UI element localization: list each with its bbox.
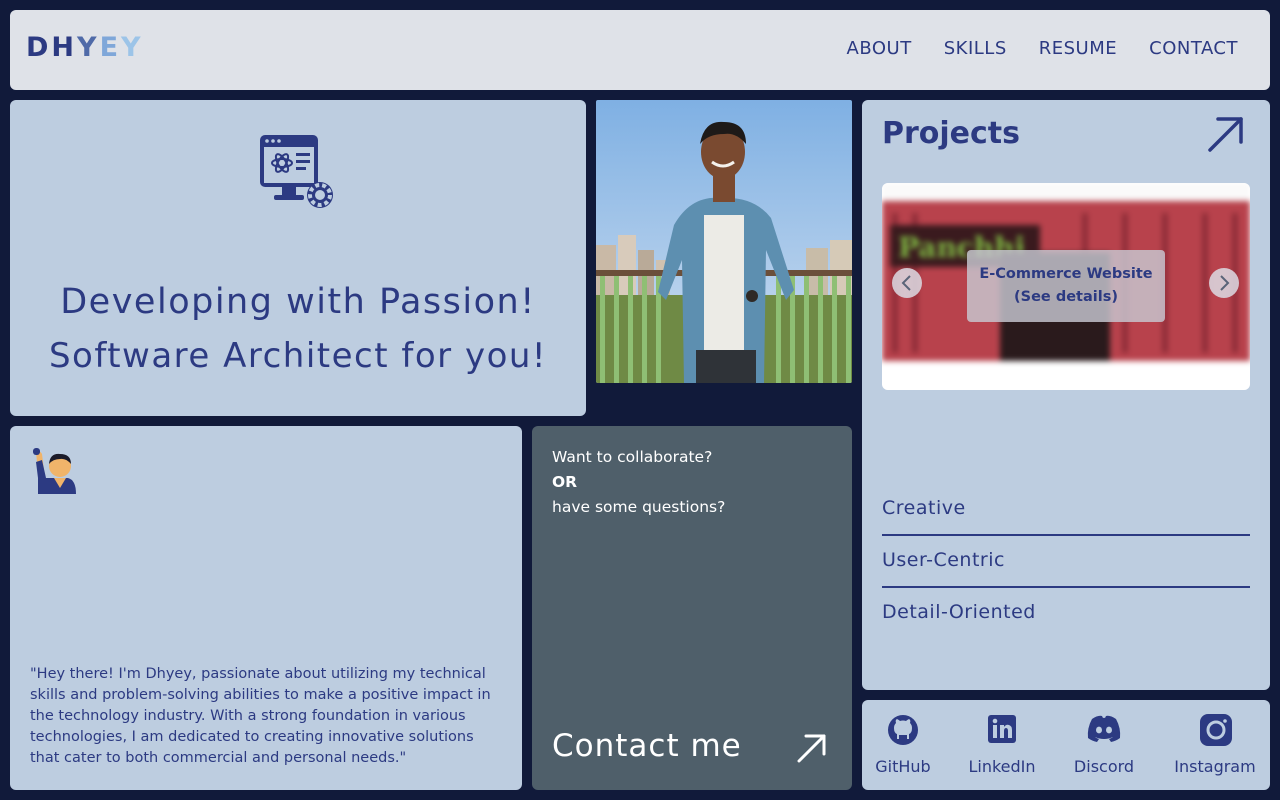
- instagram-icon: [1200, 714, 1232, 750]
- logo-text-part: DH: [26, 32, 78, 63]
- social-link-discord[interactable]: Discord: [1069, 700, 1139, 790]
- about-card: "Hey there! I'm Dhyey, passionate about …: [10, 426, 522, 790]
- instagram-label: Instagram: [1174, 757, 1256, 776]
- trait-detail-oriented: Detail-Oriented: [882, 601, 1036, 623]
- carousel-next-button[interactable]: [1209, 268, 1239, 298]
- project-carousel[interactable]: Panchhi E-Commerce Website (See details): [882, 183, 1250, 390]
- nav-link-resume[interactable]: RESUME: [1039, 38, 1117, 59]
- social-link-github[interactable]: GitHub: [870, 700, 936, 790]
- trait-divider: [882, 586, 1250, 588]
- arrow-up-right-icon[interactable]: [796, 732, 828, 768]
- nav-link-about[interactable]: ABOUT: [847, 38, 912, 59]
- nav-link-contact[interactable]: CONTACT: [1149, 38, 1238, 59]
- site-header: DHYEY ABOUT SKILLS RESUME CONTACT: [10, 10, 1270, 90]
- projects-title: Projects: [882, 116, 1021, 151]
- nav-link-skills[interactable]: SKILLS: [944, 38, 1007, 59]
- trait-user-centric: User-Centric: [882, 549, 1005, 571]
- social-link-instagram[interactable]: Instagram: [1172, 700, 1258, 790]
- contact-question-collaborate: Want to collaborate?: [552, 448, 713, 466]
- logo-text-part: Y: [77, 32, 100, 63]
- logo-text-part: E: [99, 32, 122, 63]
- hero-headline: Developing with Passion!: [60, 282, 536, 322]
- github-label: GitHub: [875, 757, 931, 776]
- see-details-link[interactable]: (See details): [967, 286, 1165, 309]
- waving-person-icon: [32, 448, 78, 500]
- main-nav: ABOUT SKILLS RESUME CONTACT: [847, 38, 1238, 59]
- project-caption[interactable]: E-Commerce Website (See details): [967, 250, 1165, 322]
- trait-divider: [882, 534, 1250, 536]
- arrow-up-right-icon[interactable]: [1206, 114, 1246, 158]
- developer-monitor-icon: [258, 133, 338, 217]
- site-logo[interactable]: DHYEY: [26, 32, 144, 63]
- hero-card: Developing with Passion! Software Archit…: [10, 100, 586, 416]
- trait-creative: Creative: [882, 497, 966, 519]
- social-links-card: GitHub LinkedIn Discord Instagram: [862, 700, 1270, 790]
- profile-photo: [596, 100, 852, 383]
- social-link-linkedin[interactable]: LinkedIn: [965, 700, 1039, 790]
- contact-question-questions: have some questions?: [552, 498, 726, 516]
- contact-card[interactable]: Want to collaborate? OR have some questi…: [532, 426, 852, 790]
- contact-me-link[interactable]: Contact me: [552, 728, 742, 764]
- linkedin-label: LinkedIn: [968, 757, 1036, 776]
- project-name: E-Commerce Website: [979, 266, 1153, 282]
- projects-card: Projects Panchhi E-Commerce Website (See…: [862, 100, 1270, 690]
- discord-label: Discord: [1073, 757, 1135, 776]
- discord-icon: [1086, 714, 1122, 748]
- about-description: "Hey there! I'm Dhyey, passionate about …: [30, 666, 491, 766]
- contact-or-text: OR: [552, 473, 578, 491]
- logo-text-part: Y: [121, 32, 144, 63]
- carousel-prev-button[interactable]: [892, 268, 922, 298]
- hero-subheadline: Software Architect for you!: [48, 336, 548, 376]
- linkedin-icon: [988, 714, 1016, 748]
- github-icon: [887, 714, 919, 750]
